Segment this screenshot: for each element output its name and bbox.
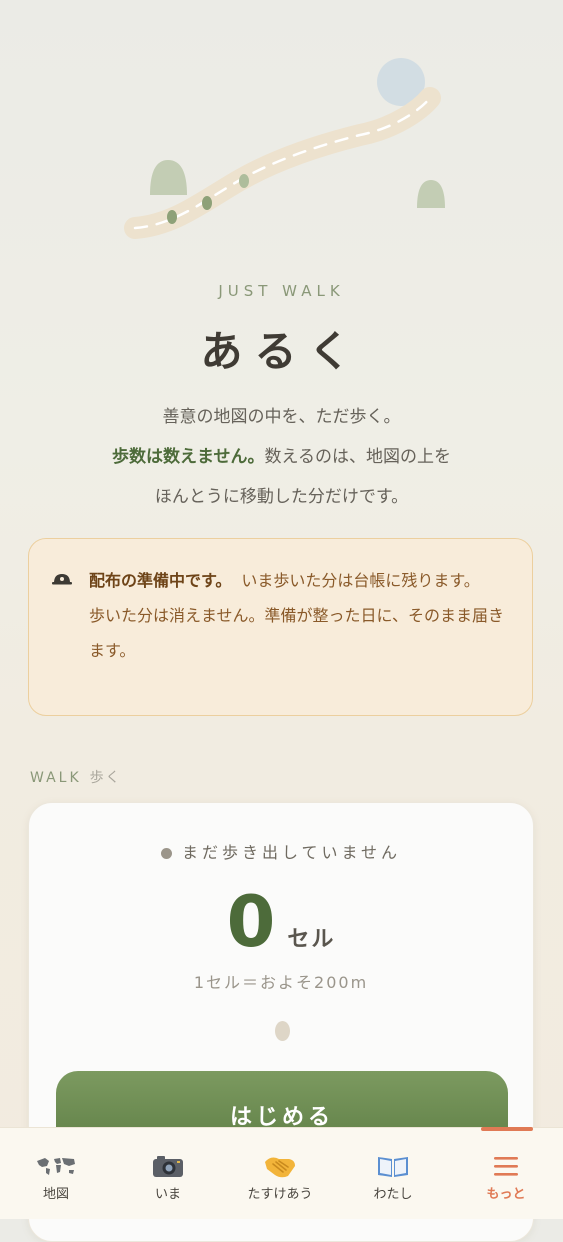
bottom-tab-bar: 地図 いま たすけあう わたし もっと: [0, 1127, 563, 1219]
cell-count: 0: [226, 881, 276, 963]
handshake-icon: [224, 1150, 336, 1182]
tab-map-label: 地図: [42, 1187, 69, 1202]
tab-help[interactable]: たすけあう: [224, 1128, 336, 1219]
tab-now-label: いま: [154, 1187, 181, 1202]
intro-line-2: 歩数は数えません。数えるのは、地図の上を: [0, 437, 563, 477]
tab-help-label: たすけあう: [247, 1187, 313, 1202]
status-dot-icon: [160, 848, 172, 859]
hourglass-icon: [52, 574, 72, 585]
notice-body: 配布の準備中です。 いま歩いた分は台帳に残ります。 歩いた分は消えません。準備が整…: [89, 563, 507, 668]
hero-illustration: [0, 0, 563, 270]
footprint-dot: [167, 210, 177, 224]
hill-right: [417, 180, 445, 208]
intro-emphasis: 歩数は数えません。: [112, 447, 265, 467]
walk-status-text: まだ歩き出していません: [181, 843, 402, 862]
page-title: あるく: [200, 327, 363, 376]
footprint-icon: [275, 1021, 290, 1041]
section-label-jp: 歩く: [89, 770, 122, 786]
notice-text-1: いま歩いた分は台帳に残ります。: [241, 571, 480, 590]
tab-map[interactable]: 地図: [0, 1128, 112, 1219]
intro-line-2-rest: 数えるのは、地図の上を: [264, 447, 452, 467]
cell-distance-note: 1セル＝およそ200m: [193, 973, 369, 992]
tab-more-label: もっと: [486, 1187, 526, 1202]
cell-count-row: 0 セル: [29, 881, 533, 963]
cell-unit: セル: [287, 927, 336, 952]
camera-icon: [112, 1150, 224, 1182]
footprint-dot: [202, 196, 212, 210]
notice-text-2: 歩いた分は消えません。準備が整った日に、そのまま届きます。: [89, 606, 505, 660]
tab-me-label: わたし: [373, 1187, 413, 1202]
eyebrow-label: JUST WALK: [218, 282, 345, 300]
hill-left: [150, 160, 187, 195]
book-icon: [337, 1150, 449, 1182]
walk-section-label: WALK 歩く: [30, 767, 122, 787]
path-road: [124, 87, 441, 239]
distribution-notice: 配布の準備中です。 いま歩いた分は台帳に残ります。 歩いた分は消えません。準備が整…: [28, 538, 533, 716]
menu-icon: [450, 1150, 562, 1182]
walking-path-illustration: [124, 58, 445, 239]
tab-me[interactable]: わたし: [337, 1128, 449, 1219]
walk-status: まだ歩き出していません: [29, 839, 533, 863]
intro-text: 善意の地図の中を、ただ歩く。 歩数は数えません。数えるのは、地図の上を ほんとう…: [0, 397, 563, 517]
world-map-icon: [0, 1150, 112, 1182]
notice-title: 配布の準備中です。: [89, 571, 232, 590]
tab-now[interactable]: いま: [112, 1128, 224, 1219]
tab-more[interactable]: もっと: [450, 1128, 562, 1219]
intro-line-1: 善意の地図の中を、ただ歩く。: [162, 407, 401, 427]
section-label-en: WALK: [30, 770, 82, 786]
intro-line-3: ほんとうに移動した分だけです。: [154, 487, 409, 507]
footprint-dot: [239, 174, 249, 188]
